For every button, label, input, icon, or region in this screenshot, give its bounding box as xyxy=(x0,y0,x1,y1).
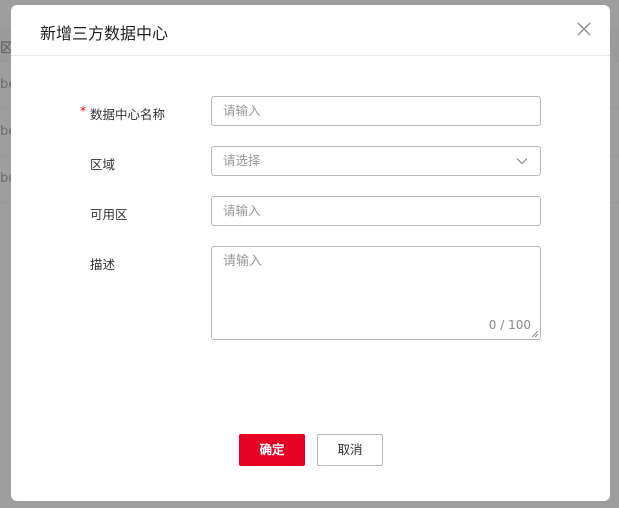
required-mark: * xyxy=(80,104,86,118)
dialog-header: 新增三方数据中心 xyxy=(11,5,610,56)
description-textarea[interactable]: 请输入 0 / 100 xyxy=(211,246,541,340)
description-label: 描述 xyxy=(90,257,116,272)
datacenter-name-input[interactable]: 请输入 xyxy=(211,96,541,126)
confirm-button[interactable]: 确定 xyxy=(239,434,305,466)
close-icon[interactable] xyxy=(577,22,591,36)
character-counter: 0 / 100 xyxy=(488,318,531,332)
region-select[interactable]: 请选择 xyxy=(211,146,541,176)
region-placeholder: 请选择 xyxy=(223,153,261,168)
availability-zone-input[interactable]: 请输入 xyxy=(211,196,541,226)
availability-zone-label: 可用区 xyxy=(90,207,128,222)
dialog-title: 新增三方数据中心 xyxy=(40,24,169,43)
availability-zone-placeholder: 请输入 xyxy=(223,203,261,218)
region-label: 区域 xyxy=(90,157,116,172)
description-placeholder: 请输入 xyxy=(223,254,263,269)
create-datacenter-dialog: 新增三方数据中心 * 数据中心名称 请输入 区域 请选择 可用区 请输入 描述 … xyxy=(11,5,610,501)
datacenter-name-label: 数据中心名称 xyxy=(90,107,166,122)
cancel-button[interactable]: 取消 xyxy=(317,434,383,466)
resize-handle-icon[interactable] xyxy=(531,330,539,338)
datacenter-name-placeholder: 请输入 xyxy=(223,103,261,118)
chevron-down-icon xyxy=(516,158,528,165)
